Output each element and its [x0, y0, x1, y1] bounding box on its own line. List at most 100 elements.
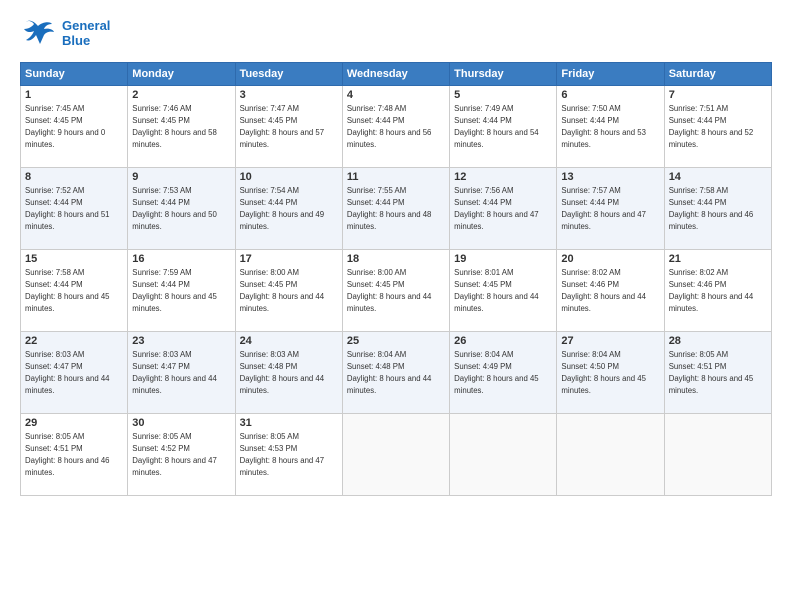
day-number: 27 [561, 335, 659, 347]
calendar-cell: 3 Sunrise: 7:47 AMSunset: 4:45 PMDayligh… [235, 86, 342, 168]
day-number: 25 [347, 335, 445, 347]
calendar-week-5: 29 Sunrise: 8:05 AMSunset: 4:51 PMDaylig… [21, 414, 772, 496]
day-number: 24 [240, 335, 338, 347]
day-number: 5 [454, 89, 552, 101]
day-number: 16 [132, 253, 230, 265]
calendar-cell: 25 Sunrise: 8:04 AMSunset: 4:48 PMDaylig… [342, 332, 449, 414]
calendar-cell [557, 414, 664, 496]
calendar-cell: 9 Sunrise: 7:53 AMSunset: 4:44 PMDayligh… [128, 168, 235, 250]
cell-info: Sunrise: 8:03 AMSunset: 4:48 PMDaylight:… [240, 350, 325, 395]
cell-info: Sunrise: 8:05 AMSunset: 4:52 PMDaylight:… [132, 432, 217, 477]
logo-blue: Blue [62, 34, 110, 49]
day-number: 11 [347, 171, 445, 183]
calendar-cell [342, 414, 449, 496]
calendar-week-4: 22 Sunrise: 8:03 AMSunset: 4:47 PMDaylig… [21, 332, 772, 414]
cell-info: Sunrise: 7:47 AMSunset: 4:45 PMDaylight:… [240, 104, 325, 149]
calendar-cell: 2 Sunrise: 7:46 AMSunset: 4:45 PMDayligh… [128, 86, 235, 168]
cell-info: Sunrise: 8:02 AMSunset: 4:46 PMDaylight:… [561, 268, 646, 313]
calendar-cell: 1 Sunrise: 7:45 AMSunset: 4:45 PMDayligh… [21, 86, 128, 168]
cell-info: Sunrise: 8:05 AMSunset: 4:51 PMDaylight:… [669, 350, 754, 395]
cell-info: Sunrise: 8:00 AMSunset: 4:45 PMDaylight:… [347, 268, 432, 313]
calendar-cell: 23 Sunrise: 8:03 AMSunset: 4:47 PMDaylig… [128, 332, 235, 414]
day-number: 21 [669, 253, 767, 265]
calendar-cell: 5 Sunrise: 7:49 AMSunset: 4:44 PMDayligh… [450, 86, 557, 168]
day-number: 3 [240, 89, 338, 101]
day-number: 6 [561, 89, 659, 101]
day-number: 29 [25, 417, 123, 429]
calendar-cell: 18 Sunrise: 8:00 AMSunset: 4:45 PMDaylig… [342, 250, 449, 332]
cell-info: Sunrise: 7:58 AMSunset: 4:44 PMDaylight:… [669, 186, 754, 231]
calendar-cell: 7 Sunrise: 7:51 AMSunset: 4:44 PMDayligh… [664, 86, 771, 168]
day-header-sunday: Sunday [21, 63, 128, 86]
day-header-wednesday: Wednesday [342, 63, 449, 86]
day-number: 28 [669, 335, 767, 347]
cell-info: Sunrise: 7:49 AMSunset: 4:44 PMDaylight:… [454, 104, 539, 149]
calendar-cell: 15 Sunrise: 7:58 AMSunset: 4:44 PMDaylig… [21, 250, 128, 332]
calendar-cell: 6 Sunrise: 7:50 AMSunset: 4:44 PMDayligh… [557, 86, 664, 168]
day-number: 26 [454, 335, 552, 347]
cell-info: Sunrise: 8:03 AMSunset: 4:47 PMDaylight:… [25, 350, 110, 395]
cell-info: Sunrise: 7:58 AMSunset: 4:44 PMDaylight:… [25, 268, 110, 313]
calendar-cell: 12 Sunrise: 7:56 AMSunset: 4:44 PMDaylig… [450, 168, 557, 250]
cell-info: Sunrise: 7:46 AMSunset: 4:45 PMDaylight:… [132, 104, 217, 149]
header: General Blue [20, 16, 772, 52]
logo: General Blue [20, 16, 110, 52]
calendar-cell: 10 Sunrise: 7:54 AMSunset: 4:44 PMDaylig… [235, 168, 342, 250]
calendar-cell [664, 414, 771, 496]
day-number: 8 [25, 171, 123, 183]
calendar-cell: 30 Sunrise: 8:05 AMSunset: 4:52 PMDaylig… [128, 414, 235, 496]
day-number: 31 [240, 417, 338, 429]
cell-info: Sunrise: 7:53 AMSunset: 4:44 PMDaylight:… [132, 186, 217, 231]
calendar-table: SundayMondayTuesdayWednesdayThursdayFrid… [20, 62, 772, 496]
calendar-header-row: SundayMondayTuesdayWednesdayThursdayFrid… [21, 63, 772, 86]
day-number: 23 [132, 335, 230, 347]
calendar-cell: 16 Sunrise: 7:59 AMSunset: 4:44 PMDaylig… [128, 250, 235, 332]
day-header-thursday: Thursday [450, 63, 557, 86]
cell-info: Sunrise: 7:51 AMSunset: 4:44 PMDaylight:… [669, 104, 754, 149]
cell-info: Sunrise: 7:52 AMSunset: 4:44 PMDaylight:… [25, 186, 110, 231]
cell-info: Sunrise: 7:57 AMSunset: 4:44 PMDaylight:… [561, 186, 646, 231]
calendar-cell: 22 Sunrise: 8:03 AMSunset: 4:47 PMDaylig… [21, 332, 128, 414]
day-number: 12 [454, 171, 552, 183]
cell-info: Sunrise: 8:03 AMSunset: 4:47 PMDaylight:… [132, 350, 217, 395]
cell-info: Sunrise: 8:02 AMSunset: 4:46 PMDaylight:… [669, 268, 754, 313]
cell-info: Sunrise: 7:45 AMSunset: 4:45 PMDaylight:… [25, 104, 105, 149]
cell-info: Sunrise: 7:50 AMSunset: 4:44 PMDaylight:… [561, 104, 646, 149]
day-number: 10 [240, 171, 338, 183]
cell-info: Sunrise: 8:00 AMSunset: 4:45 PMDaylight:… [240, 268, 325, 313]
day-number: 22 [25, 335, 123, 347]
calendar-cell: 29 Sunrise: 8:05 AMSunset: 4:51 PMDaylig… [21, 414, 128, 496]
calendar-cell: 14 Sunrise: 7:58 AMSunset: 4:44 PMDaylig… [664, 168, 771, 250]
day-number: 20 [561, 253, 659, 265]
calendar-cell: 31 Sunrise: 8:05 AMSunset: 4:53 PMDaylig… [235, 414, 342, 496]
day-number: 14 [669, 171, 767, 183]
day-number: 9 [132, 171, 230, 183]
day-number: 17 [240, 253, 338, 265]
calendar-cell: 20 Sunrise: 8:02 AMSunset: 4:46 PMDaylig… [557, 250, 664, 332]
calendar-cell: 26 Sunrise: 8:04 AMSunset: 4:49 PMDaylig… [450, 332, 557, 414]
page: General Blue SundayMondayTuesdayWednesda… [0, 0, 792, 612]
calendar-cell: 11 Sunrise: 7:55 AMSunset: 4:44 PMDaylig… [342, 168, 449, 250]
day-number: 18 [347, 253, 445, 265]
calendar-cell: 8 Sunrise: 7:52 AMSunset: 4:44 PMDayligh… [21, 168, 128, 250]
cell-info: Sunrise: 7:54 AMSunset: 4:44 PMDaylight:… [240, 186, 325, 231]
day-header-saturday: Saturday [664, 63, 771, 86]
calendar-cell: 24 Sunrise: 8:03 AMSunset: 4:48 PMDaylig… [235, 332, 342, 414]
day-header-monday: Monday [128, 63, 235, 86]
calendar-week-1: 1 Sunrise: 7:45 AMSunset: 4:45 PMDayligh… [21, 86, 772, 168]
day-number: 4 [347, 89, 445, 101]
cell-info: Sunrise: 8:04 AMSunset: 4:50 PMDaylight:… [561, 350, 646, 395]
day-header-friday: Friday [557, 63, 664, 86]
cell-info: Sunrise: 7:59 AMSunset: 4:44 PMDaylight:… [132, 268, 217, 313]
cell-info: Sunrise: 8:04 AMSunset: 4:49 PMDaylight:… [454, 350, 539, 395]
calendar-cell: 28 Sunrise: 8:05 AMSunset: 4:51 PMDaylig… [664, 332, 771, 414]
calendar-cell: 4 Sunrise: 7:48 AMSunset: 4:44 PMDayligh… [342, 86, 449, 168]
cell-info: Sunrise: 8:05 AMSunset: 4:51 PMDaylight:… [25, 432, 110, 477]
day-number: 2 [132, 89, 230, 101]
calendar-cell: 13 Sunrise: 7:57 AMSunset: 4:44 PMDaylig… [557, 168, 664, 250]
day-header-tuesday: Tuesday [235, 63, 342, 86]
day-number: 1 [25, 89, 123, 101]
day-number: 19 [454, 253, 552, 265]
calendar-cell: 19 Sunrise: 8:01 AMSunset: 4:45 PMDaylig… [450, 250, 557, 332]
day-number: 30 [132, 417, 230, 429]
